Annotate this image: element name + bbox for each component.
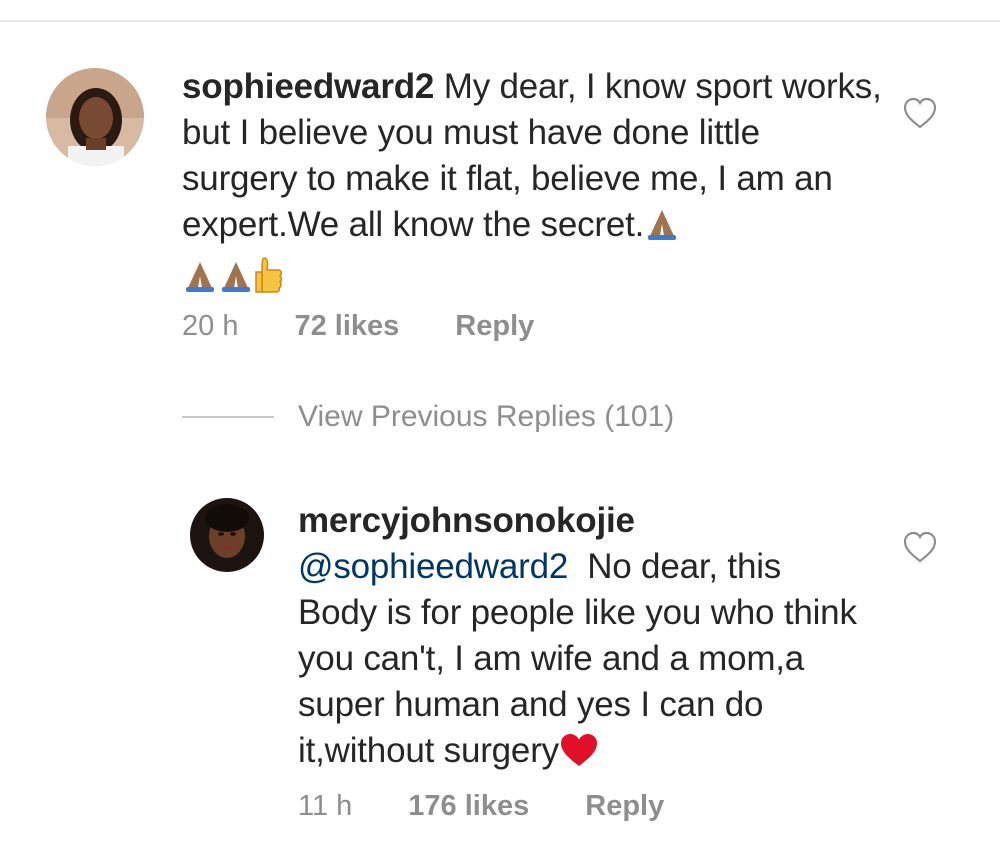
avatar[interactable]: [190, 498, 264, 572]
reply-time: 11 h: [298, 790, 353, 822]
reply-button[interactable]: Reply: [585, 790, 664, 823]
reply-meta: 11 h 176 likes Reply: [298, 790, 664, 823]
top-divider: [0, 20, 1000, 22]
likes-count[interactable]: 72 likes: [294, 310, 399, 343]
view-previous-replies-label[interactable]: View Previous Replies (101): [298, 400, 674, 434]
folded-hands-emoji: [182, 258, 218, 306]
comment-meta: 20 h 72 likes Reply: [182, 310, 534, 343]
heart-outline-icon[interactable]: [902, 96, 938, 130]
likes-count[interactable]: 176 likes: [408, 790, 529, 823]
folded-hands-emoji: [218, 258, 254, 306]
comment-time: 20 h: [182, 310, 239, 342]
avatar[interactable]: [46, 68, 144, 166]
reply-username[interactable]: mercyjohnsonokojie: [298, 501, 635, 540]
mention-link[interactable]: @sophieedward2: [298, 547, 568, 586]
reply-button[interactable]: Reply: [455, 310, 534, 343]
comment-username[interactable]: sophieedward2: [182, 67, 434, 106]
replies-divider: [182, 416, 274, 418]
reply-body: mercyjohnsonokojie @sophieedward2 No dea…: [298, 498, 858, 780]
view-previous-replies[interactable]: View Previous Replies (101): [182, 400, 674, 434]
comment-body: sophieedward2 My dear, I know sport work…: [182, 64, 882, 306]
heart-outline-icon[interactable]: [902, 530, 938, 564]
red-heart-emoji: [559, 732, 599, 780]
thumbs-up-emoji: [254, 256, 284, 306]
folded-hands-emoji: [644, 206, 680, 254]
